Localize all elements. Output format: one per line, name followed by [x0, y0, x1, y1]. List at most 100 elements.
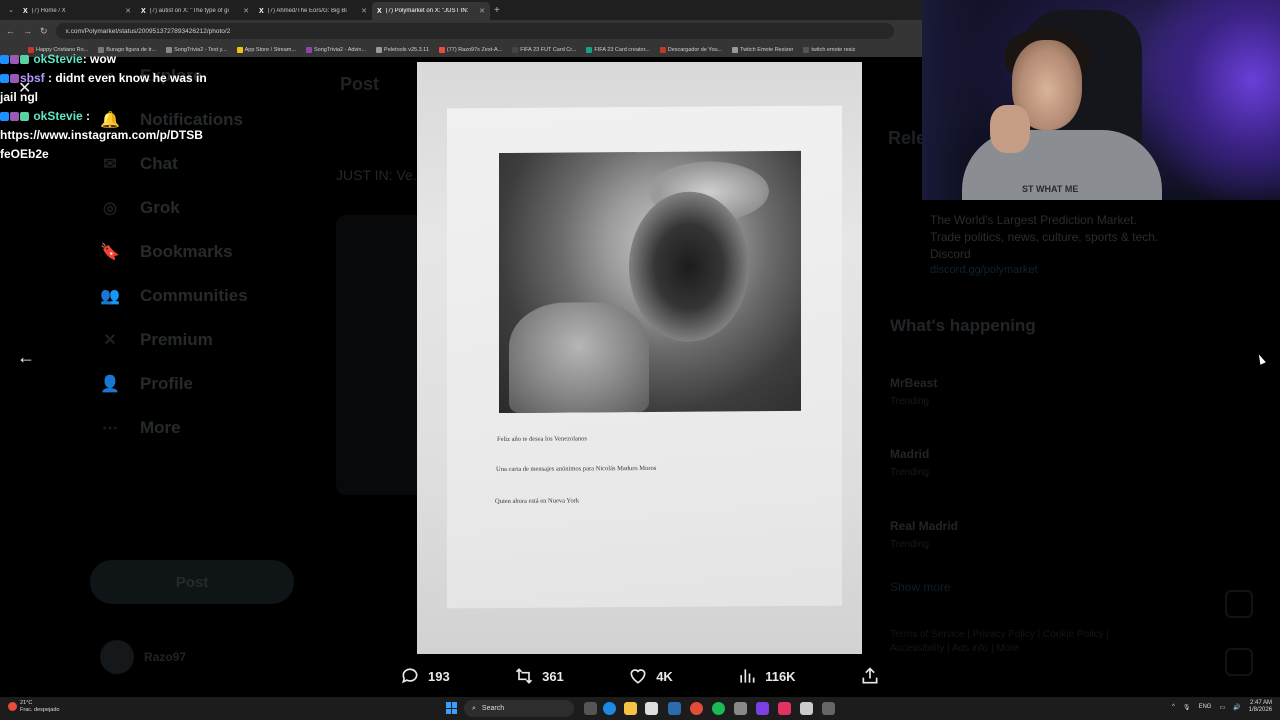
nav-item-bookmarks[interactable]: 🔖 Bookmarks — [100, 242, 233, 262]
clock[interactable]: 2:47 AM 1/8/2026 — [1249, 700, 1272, 714]
discord-icon[interactable] — [756, 702, 769, 715]
printed-photo-face — [629, 191, 749, 343]
tweet-media-preview — [336, 215, 418, 495]
chat-message-link: https://www.instagram.com/p/DTSB feOEb2e — [0, 128, 203, 161]
footer-links[interactable]: Terms of Service | Privacy Policy | Cook… — [890, 628, 1140, 656]
trend-name[interactable]: MrBeast — [890, 376, 937, 390]
trend-name[interactable]: Madrid — [890, 447, 929, 461]
bookmark-item[interactable]: Descargador de You... — [659, 46, 723, 53]
neon-light-right — [1140, 0, 1280, 200]
repost-button[interactable]: 361 — [514, 666, 564, 686]
browser-tab-active[interactable]: X (7) Polymarket on X: "JUST IN: ✕ — [372, 2, 490, 20]
tab-close-icon[interactable]: ✕ — [125, 7, 131, 15]
chat-username: okStevie — [33, 109, 83, 123]
profile-bio-link[interactable]: discord.gg/polymarket — [930, 264, 1038, 276]
steam-icon[interactable] — [800, 702, 813, 715]
network-icon[interactable]: ▭ — [1219, 704, 1225, 711]
nav-label: More — [140, 418, 181, 437]
edge-icon[interactable] — [603, 702, 616, 715]
bookmark-item[interactable]: FIFA 23 Card creator... — [586, 46, 650, 53]
trend-status: Trending — [890, 467, 930, 478]
tab-title: (7) Home / X — [31, 8, 66, 14]
chat-message: okStevie: wow — [0, 50, 220, 69]
bookmark-item[interactable]: Twitch Emote Resizer — [732, 46, 793, 53]
streamer-hand — [990, 105, 1030, 153]
printed-photo — [499, 150, 801, 414]
letter-line: Feliz año te desea los Venezolanos — [497, 435, 587, 444]
tab-search-icon[interactable]: ⌄ — [4, 6, 18, 14]
nav-item-communities[interactable]: 👥 Communities — [100, 286, 248, 306]
trend-name[interactable]: Real Madrid — [890, 519, 958, 533]
new-tab-icon[interactable]: + — [494, 5, 500, 16]
bookmark-item[interactable]: (77) Razo97s Zest-A... — [438, 46, 502, 53]
tab-title: (7) Polymarket on X: "JUST IN: — [385, 8, 469, 14]
back-icon[interactable]: ← — [6, 26, 15, 36]
grok-icon[interactable] — [1225, 590, 1253, 618]
url-field[interactable]: x.com/Polymarket/status/2009513727893426… — [55, 23, 894, 39]
search-label: Search — [481, 705, 505, 712]
premium-icon: ✕ — [103, 332, 117, 349]
spotify-icon[interactable] — [712, 702, 725, 715]
bookmark-label: twitch emote resiz — [811, 46, 856, 53]
mail-icon[interactable] — [668, 702, 681, 715]
post-button[interactable]: Post — [90, 560, 294, 604]
language-indicator[interactable]: ENG — [1198, 704, 1211, 710]
tab-close-icon[interactable]: ✕ — [243, 7, 249, 15]
chrome-icon[interactable] — [690, 702, 703, 715]
task-view-icon[interactable] — [584, 702, 597, 715]
windows-start-icon[interactable] — [446, 702, 458, 714]
bookmark-item[interactable]: SongTrivia2 - Advin... — [305, 46, 366, 53]
tray-chevron-icon[interactable]: ^ — [1172, 704, 1175, 710]
prime-badge-icon — [0, 112, 9, 122]
browser-tab-strip: ⌄ X (7) Home / X ✕ X (7) autist on X: "The … — [0, 0, 922, 20]
media-app-icon[interactable] — [778, 702, 791, 715]
reload-icon[interactable]: ↻ — [40, 26, 48, 37]
x-logo-icon: X — [23, 7, 28, 15]
views-button[interactable]: 116K — [737, 666, 796, 686]
tab-close-icon[interactable]: ✕ — [361, 7, 367, 15]
browser-tab[interactable]: X (7) Ahmed/The Eors/G: Big Bi ✕ — [254, 2, 372, 20]
sub-badge-icon — [10, 112, 19, 122]
trend-status: Trending — [890, 539, 930, 550]
account-switcher[interactable]: Razo97 — [100, 640, 186, 674]
reply-button[interactable]: 193 — [400, 666, 450, 686]
file-explorer-icon[interactable] — [624, 702, 637, 715]
bookmark-item[interactable]: FIFA 23 FUT Card Cr... — [512, 46, 576, 53]
weather-widget[interactable]: 21°C Frac. despejado — [8, 700, 59, 714]
bookmark-label: App Store / Stream... — [244, 46, 296, 53]
show-more-link[interactable]: Show more — [890, 580, 951, 594]
bookmark-label: FIFA 23 Card creator... — [594, 46, 650, 53]
microphone-icon[interactable]: 🎙 — [1183, 704, 1191, 711]
browser-tab[interactable]: X (7) Home / X ✕ — [18, 2, 136, 20]
nav-item-more[interactable]: ⋯ More — [100, 418, 181, 438]
bookmark-label: Descargador de You... — [667, 46, 723, 53]
browser-tab[interactable]: X (7) autist on X: "The type of gi ✕ — [136, 2, 254, 20]
search-icon: ⌕ — [472, 704, 476, 712]
bookmark-item[interactable]: Peletools v25.3.11 — [376, 46, 429, 53]
previous-photo-icon[interactable]: ← — [17, 347, 35, 368]
time: 2:47 AM — [1249, 700, 1272, 706]
printed-letter: Feliz año te desea los Venezolanos Una c… — [447, 105, 842, 609]
messages-icon[interactable] — [1225, 648, 1253, 676]
stream-chat: okStevie: wow sbsf : didnt even know he … — [0, 50, 220, 164]
bookmark-item[interactable]: App Store / Stream... — [236, 46, 296, 53]
nav-item-profile[interactable]: 👤 Profile — [100, 374, 193, 394]
nav-item-grok[interactable]: ◎ Grok — [100, 198, 180, 218]
forward-icon[interactable]: → — [23, 26, 32, 36]
tweet-photo[interactable]: Feliz año te desea los Venezolanos Una c… — [417, 62, 862, 654]
share-button[interactable] — [860, 666, 880, 686]
like-button[interactable]: 4K — [628, 666, 673, 686]
bookmark-item[interactable]: twitch emote resiz — [803, 46, 856, 53]
tab-close-icon[interactable]: ✕ — [479, 7, 485, 15]
volume-icon[interactable]: 🔊 — [1233, 704, 1240, 711]
tweet-action-bar: 193 361 4K 116K — [400, 663, 880, 689]
taskbar-search[interactable]: ⌕ Search — [464, 700, 574, 717]
webcam-overlay: ST WHAT ME — [922, 0, 1280, 200]
bookmark-favicon-icon — [438, 46, 445, 53]
store-icon[interactable] — [645, 702, 658, 715]
obs-icon[interactable] — [822, 702, 835, 715]
app-icon[interactable] — [734, 702, 747, 715]
repost-count: 361 — [542, 668, 564, 684]
nav-item-premium[interactable]: ✕ Premium — [100, 330, 212, 350]
nav-label: Bookmarks — [140, 242, 233, 261]
